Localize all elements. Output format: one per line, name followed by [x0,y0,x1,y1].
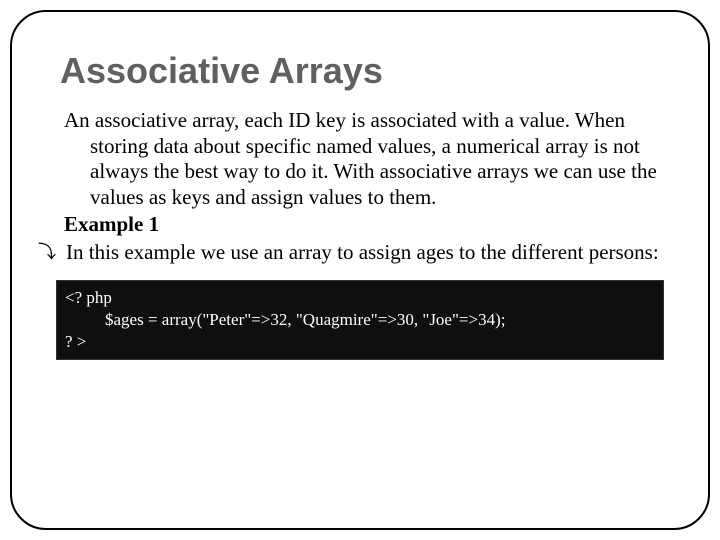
slide-frame: Associative Arrays An associative array,… [10,10,710,530]
body-text-block: An associative array, each ID key is ass… [60,108,660,266]
paragraph-main: An associative array, each ID key is ass… [64,108,660,210]
code-open: <? php [65,287,655,309]
example-label-line: Example 1 [64,212,660,238]
example-intro-line: ⤵In this example we use an array to assi… [64,240,660,266]
slide-title: Associative Arrays [60,50,660,92]
example-label: Example 1 [64,212,159,236]
code-body: $ages = array("Peter"=>32, "Quagmire"=>3… [65,309,655,331]
code-close: ? > [65,331,655,353]
example-intro-text: In this example we use an array to assig… [66,240,659,264]
paragraph-text: An associative array, each ID key is ass… [64,108,660,210]
code-block: <? php $ages = array("Peter"=>32, "Quagm… [56,280,664,360]
